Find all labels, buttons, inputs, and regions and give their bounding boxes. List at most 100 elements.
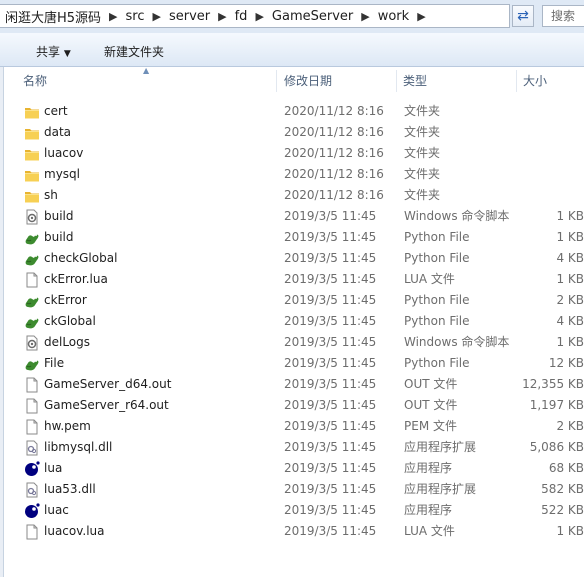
breadcrumb-separator-icon[interactable]: ▶ xyxy=(253,10,265,23)
dll-file-icon xyxy=(24,482,40,498)
file-modified-date: 2020/11/12 8:16 xyxy=(284,188,384,202)
breadcrumb-separator-icon[interactable]: ▶ xyxy=(216,10,228,23)
file-size: 1 KB xyxy=(556,335,584,349)
address-bar: 闲逛大唐H5源码 ▶ src ▶ server ▶ fd ▶ GameServer ▶ work ▶ … xyxy=(0,0,584,33)
file-name: GameServer_d64.out xyxy=(44,377,172,391)
file-type: 文件夹 xyxy=(404,104,441,118)
file-size: 1 KB xyxy=(556,209,584,223)
breadcrumb-item[interactable]: GameServer xyxy=(266,9,359,24)
file-row[interactable]: data 2020/11/12 8:16 文件夹 xyxy=(4,122,584,143)
file-row[interactable]: libmysql.dll 2019/3/5 11:45 应用程序扩展 5,086 KB xyxy=(4,437,584,458)
column-divider[interactable] xyxy=(276,70,277,92)
share-label: 共享 xyxy=(36,45,61,59)
file-size xyxy=(520,101,584,122)
file-row[interactable]: build 2019/3/5 11:45 Windows 命令脚本 1 KB xyxy=(4,206,584,227)
column-header-date[interactable]: 修改日期 xyxy=(284,68,332,94)
file-size: 2 KB xyxy=(556,293,584,307)
python-file-icon xyxy=(24,251,40,267)
file-row[interactable]: delLogs 2019/3/5 11:45 Windows 命令脚本 1 KB xyxy=(4,332,584,353)
search-input[interactable]: 搜索 xyxy=(542,5,584,27)
blank-file-icon xyxy=(24,272,40,288)
breadcrumb-separator-icon[interactable]: ▶ xyxy=(151,10,163,23)
file-modified-date: 2020/11/12 8:16 xyxy=(284,125,384,139)
chevron-down-icon: ▼ xyxy=(63,49,71,59)
refresh-button[interactable]: ⇄ xyxy=(512,5,534,27)
breadcrumb-item[interactable]: src xyxy=(120,9,151,24)
folder-icon xyxy=(24,125,40,141)
file-row[interactable]: build 2019/3/5 11:45 Python File 1 KB xyxy=(4,227,584,248)
file-row[interactable]: sh 2020/11/12 8:16 文件夹 xyxy=(4,185,584,206)
file-row[interactable]: GameServer_r64.out 2019/3/5 11:45 OUT 文件 1,… xyxy=(4,395,584,416)
file-type: 应用程序扩展 xyxy=(404,482,477,496)
file-modified-date: 2019/3/5 11:45 xyxy=(284,209,377,223)
file-type: LUA 文件 xyxy=(404,272,455,286)
file-row[interactable]: checkGlobal 2019/3/5 11:45 Python File 4 KB xyxy=(4,248,584,269)
file-row[interactable]: File 2019/3/5 11:45 Python File 12 KB xyxy=(4,353,584,374)
file-row[interactable]: lua53.dll 2019/3/5 11:45 应用程序扩展 582 KB xyxy=(4,479,584,500)
file-size: 12 KB xyxy=(548,356,584,370)
file-modified-date: 2019/3/5 11:45 xyxy=(284,377,377,391)
file-name: build xyxy=(44,230,74,244)
file-name: delLogs xyxy=(44,335,91,349)
breadcrumb-separator-icon[interactable]: ▶ xyxy=(107,10,119,23)
file-modified-date: 2019/3/5 11:45 xyxy=(284,482,377,496)
file-name: luacov.lua xyxy=(44,524,105,538)
breadcrumb[interactable]: 闲逛大唐H5源码 ▶ src ▶ server ▶ fd ▶ GameServer ▶ work ▶ xyxy=(0,4,510,28)
blank-file-icon xyxy=(24,398,40,414)
file-row[interactable]: mysql 2020/11/12 8:16 文件夹 xyxy=(4,164,584,185)
file-size: 522 KB xyxy=(541,503,584,517)
column-divider[interactable] xyxy=(516,70,517,92)
file-modified-date: 2019/3/5 11:45 xyxy=(284,272,377,286)
file-row[interactable]: GameServer_d64.out 2019/3/5 11:45 OUT 文件 12… xyxy=(4,374,584,395)
blank-file-icon xyxy=(24,419,40,435)
column-divider[interactable] xyxy=(396,70,397,92)
file-name: ckError.lua xyxy=(44,272,108,286)
python-file-icon xyxy=(24,314,40,330)
file-modified-date: 2019/3/5 11:45 xyxy=(284,461,377,475)
folder-icon xyxy=(24,167,40,183)
file-row[interactable]: cert 2020/11/12 8:16 文件夹 xyxy=(4,101,584,122)
file-name: data xyxy=(44,125,72,139)
file-row[interactable]: ckError 2019/3/5 11:45 Python File 2 KB xyxy=(4,290,584,311)
share-button[interactable]: 共享 ▼ xyxy=(36,43,71,60)
new-folder-button[interactable]: 新建文件夹 xyxy=(104,43,164,60)
file-row[interactable]: ckError.lua 2019/3/5 11:45 LUA 文件 1 KB xyxy=(4,269,584,290)
breadcrumb-separator-icon[interactable]: ▶ xyxy=(359,10,371,23)
file-modified-date: 2019/3/5 11:45 xyxy=(284,503,377,517)
file-name: ckError xyxy=(44,293,87,307)
file-type: 应用程序 xyxy=(404,503,453,517)
file-row[interactable]: hw.pem 2019/3/5 11:45 PEM 文件 2 KB xyxy=(4,416,584,437)
file-type: OUT 文件 xyxy=(404,398,458,412)
file-size: 1 KB xyxy=(556,524,584,538)
column-header-size[interactable]: 大小 xyxy=(523,68,547,94)
column-headers: 名称 修改日期 类型 大小 xyxy=(4,68,584,94)
file-name: GameServer_r64.out xyxy=(44,398,169,412)
breadcrumb-item[interactable]: 闲逛大唐H5源码 xyxy=(0,7,107,26)
file-row[interactable]: luacov 2020/11/12 8:16 文件夹 xyxy=(4,143,584,164)
file-type: 文件夹 xyxy=(404,146,441,160)
file-row[interactable]: luac 2019/3/5 11:45 应用程序 522 KB xyxy=(4,500,584,521)
file-row[interactable]: ckGlobal 2019/3/5 11:45 Python File 4 KB xyxy=(4,311,584,332)
file-size xyxy=(520,185,584,206)
search-placeholder: 搜索 xyxy=(551,9,576,23)
column-header-type[interactable]: 类型 xyxy=(403,68,427,94)
batch-file-icon xyxy=(24,335,40,351)
folder-icon xyxy=(24,188,40,204)
file-type: Python File xyxy=(404,230,470,244)
file-type: 文件夹 xyxy=(404,167,441,181)
file-size xyxy=(520,122,584,143)
file-type: 文件夹 xyxy=(404,188,441,202)
file-name: lua xyxy=(44,461,63,475)
column-header-name[interactable]: 名称 xyxy=(23,68,47,94)
file-size: 582 KB xyxy=(541,482,584,496)
file-type: Windows 命令脚本 xyxy=(404,209,510,223)
breadcrumb-separator-icon[interactable]: ▶ xyxy=(415,10,427,23)
breadcrumb-item[interactable]: server xyxy=(163,9,216,24)
file-row[interactable]: luacov.lua 2019/3/5 11:45 LUA 文件 1 KB xyxy=(4,521,584,542)
breadcrumb-item[interactable]: fd xyxy=(229,9,254,24)
file-modified-date: 2019/3/5 11:45 xyxy=(284,230,377,244)
breadcrumb-item[interactable]: work xyxy=(372,9,415,24)
file-type: Python File xyxy=(404,356,470,370)
file-name: sh xyxy=(44,188,58,202)
file-row[interactable]: lua 2019/3/5 11:45 应用程序 68 KB xyxy=(4,458,584,479)
